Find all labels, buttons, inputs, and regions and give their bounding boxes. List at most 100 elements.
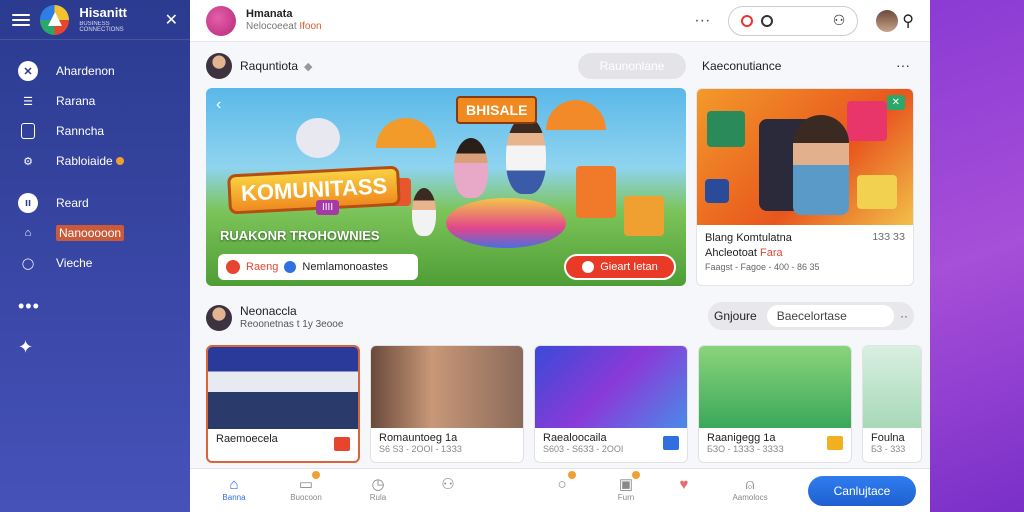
gift-graphic bbox=[624, 196, 664, 236]
child-graphic bbox=[412, 188, 436, 236]
side-title: Kaeconutiance bbox=[702, 59, 782, 73]
list-item[interactable]: Raemoecela bbox=[206, 345, 360, 463]
card-image bbox=[699, 346, 851, 428]
close-icon[interactable]: ✕ bbox=[165, 10, 178, 30]
sidebar-item-3[interactable]: ⚙ Rabloiaide bbox=[0, 146, 190, 176]
nav-item-3[interactable]: ⚇ bbox=[420, 475, 476, 493]
sidebar-nav: ✕ Ahardenon ☰ Rarana Ranncha ⚙ Rabloiaid… bbox=[0, 40, 190, 278]
list-icon: ☰ bbox=[23, 95, 33, 108]
hero-info-text: Nemlamonoastes bbox=[302, 261, 389, 273]
hero-cta-label: Gieart Ietan bbox=[600, 261, 658, 273]
sidebar-item-2[interactable]: Ranncha bbox=[0, 116, 190, 146]
nav-item-7[interactable]: ⍝ Aamolocs bbox=[722, 475, 778, 503]
nav-item-6[interactable]: ♥ bbox=[656, 475, 712, 493]
nav-item-home[interactable]: ⌂ Banna bbox=[206, 475, 262, 503]
hamburger-menu-icon[interactable] bbox=[12, 13, 30, 26]
hero-cta-button[interactable]: Gieart Ietan bbox=[564, 254, 676, 280]
sidebar-item-1[interactable]: ☰ Rarana bbox=[0, 86, 190, 116]
action-pill[interactable]: ⚇ bbox=[728, 5, 859, 36]
umbrella-graphic bbox=[376, 118, 436, 148]
card-image bbox=[371, 346, 523, 428]
clock-icon: ◷ bbox=[371, 476, 385, 493]
nav-item-4[interactable]: ○ bbox=[534, 471, 590, 493]
cross-circle-icon: ✕ bbox=[18, 61, 38, 81]
hero-tag: IIII bbox=[316, 200, 340, 215]
card-image bbox=[863, 346, 921, 428]
more-options-icon[interactable]: ·· bbox=[900, 309, 908, 323]
user-icon: ⚲ bbox=[902, 12, 914, 30]
hero-subtitle: RUAKONR TROHOWNIES bbox=[220, 228, 380, 243]
avatar[interactable] bbox=[206, 5, 236, 36]
sidebar-item-0[interactable]: ✕ Ahardenon bbox=[0, 56, 190, 86]
promo-image: ✕ bbox=[697, 89, 913, 225]
nav-item-2[interactable]: ◷ Rula bbox=[350, 475, 406, 502]
grid-icon bbox=[663, 436, 679, 450]
sidebar-item-6[interactable]: ◯ Vieche bbox=[0, 248, 190, 278]
brand: Hisanitt BUSINESS CONNECTIONS bbox=[79, 6, 154, 33]
user-name: Hmanata bbox=[246, 7, 293, 20]
more-options-icon[interactable]: ··· bbox=[896, 57, 910, 73]
diamond-icon: ◆ bbox=[304, 60, 313, 73]
app-tile-graphic bbox=[707, 111, 745, 147]
section2-title: Neonaccla bbox=[240, 304, 297, 318]
play-icon bbox=[582, 261, 595, 273]
people-icon: ⚇ bbox=[441, 476, 455, 493]
sidebar-item-label: Vieche bbox=[56, 256, 93, 270]
avatar[interactable] bbox=[206, 53, 232, 79]
phone-graphic bbox=[576, 166, 616, 218]
nav-label: Buocoon bbox=[290, 493, 322, 502]
promo-line2-highlight: Fara bbox=[760, 246, 783, 259]
section2-subtitle: Reoonetnas t 1y 3eooe bbox=[240, 319, 344, 330]
sidebar-item-5[interactable]: ⌂ Nanooooon bbox=[0, 218, 190, 248]
group-selector[interactable]: Gnjoure Baecelortase ·· bbox=[708, 302, 914, 330]
list-item[interactable]: Raealoocaila S603 - S6ЗЗ - 2ООI bbox=[534, 345, 688, 463]
child-graphic bbox=[506, 116, 546, 194]
list-item[interactable]: Foulna БЗ - 333 bbox=[862, 345, 922, 463]
list-item[interactable]: Romauntoeg 1a S6 S3 - 2ООI - 1ЗЗ3 bbox=[370, 345, 524, 463]
sidebar-item-label: Ahardenon bbox=[56, 64, 115, 78]
sidebar-item-4[interactable]: ıı Reard bbox=[0, 188, 190, 218]
chat-icon[interactable] bbox=[761, 14, 774, 27]
feed-header: Raquntiota ◆ bbox=[206, 53, 313, 79]
bottom-nav: ⌂ Banna ▭ Buocoon ◷ Rula ⚇ ○ ▣ Furn ♥ ⍝ bbox=[190, 468, 930, 512]
nav-item-5[interactable]: ▣ Furn bbox=[598, 471, 654, 502]
app-tile-graphic bbox=[847, 101, 887, 141]
puzzle-icon[interactable]: ✦ bbox=[0, 325, 190, 370]
nav-item-1[interactable]: ▭ Buocoon bbox=[278, 471, 334, 502]
nav-label: Banna bbox=[222, 493, 246, 502]
hero-banner[interactable]: ‹ BHISALE KOMUNITASS IIII RUAKONR TROHOW… bbox=[206, 88, 686, 286]
profile-avatar bbox=[876, 9, 899, 32]
app-tile-graphic bbox=[857, 175, 897, 209]
notification-icon[interactable] bbox=[741, 14, 754, 27]
chat-bubble-icon: ◯ bbox=[21, 257, 35, 270]
more-icon[interactable]: ••• bbox=[0, 278, 190, 325]
primary-cta-button[interactable]: Canlujtace bbox=[808, 476, 916, 506]
more-options-icon[interactable]: ··· bbox=[694, 12, 710, 30]
image-icon bbox=[334, 437, 350, 451]
card-label: Foulna bbox=[871, 432, 905, 444]
promo-line3: Faagst - Fagoe - 400 - 86 35 bbox=[705, 261, 820, 272]
back-arrow-icon[interactable]: ‹ bbox=[216, 96, 221, 114]
person-icon[interactable]: ⚇ bbox=[833, 12, 846, 29]
feed-header-button[interactable]: Raunonlane bbox=[578, 53, 686, 79]
list-item[interactable]: Raanigegg 1a БЗО - 1ЗЗЗ - 3ЗЗЗ bbox=[698, 345, 852, 463]
nav-label: Furn bbox=[617, 493, 635, 502]
decorative-gradient-strip bbox=[930, 0, 1024, 512]
hero-info-bar[interactable]: Raeng Nemlamonoastes bbox=[218, 254, 418, 280]
card-list: Raemoecela Romauntoeg 1a S6 S3 - 2ООI - … bbox=[206, 345, 922, 463]
avatar[interactable] bbox=[206, 304, 232, 331]
app-logo bbox=[39, 4, 70, 35]
promo-card[interactable]: ✕ Blang Komtulatna 1ЗЗ ЗЗ Ahcleotoat Fara… bbox=[696, 88, 914, 286]
promo-line1: Blang Komtulatna bbox=[705, 232, 792, 244]
hero-title: KOMUNITASS bbox=[227, 165, 402, 215]
sidebar-item-label: Rabloiaide bbox=[56, 154, 124, 168]
profile-button[interactable]: ⚲ bbox=[876, 9, 914, 32]
chat-icon: ▭ bbox=[297, 471, 320, 493]
sidebar-header: Hisanitt BUSINESS CONNECTIONS ✕ bbox=[0, 0, 190, 40]
close-icon[interactable]: ✕ bbox=[886, 95, 905, 110]
card-meta: S6 S3 - 2ООI - 1ЗЗ3 bbox=[379, 444, 462, 454]
group-value[interactable]: Baecelortase bbox=[766, 305, 894, 327]
sidebar-item-label: Ranncha bbox=[56, 124, 105, 138]
camera-icon: ▣ bbox=[617, 471, 640, 493]
mascot-graphic bbox=[296, 118, 340, 158]
